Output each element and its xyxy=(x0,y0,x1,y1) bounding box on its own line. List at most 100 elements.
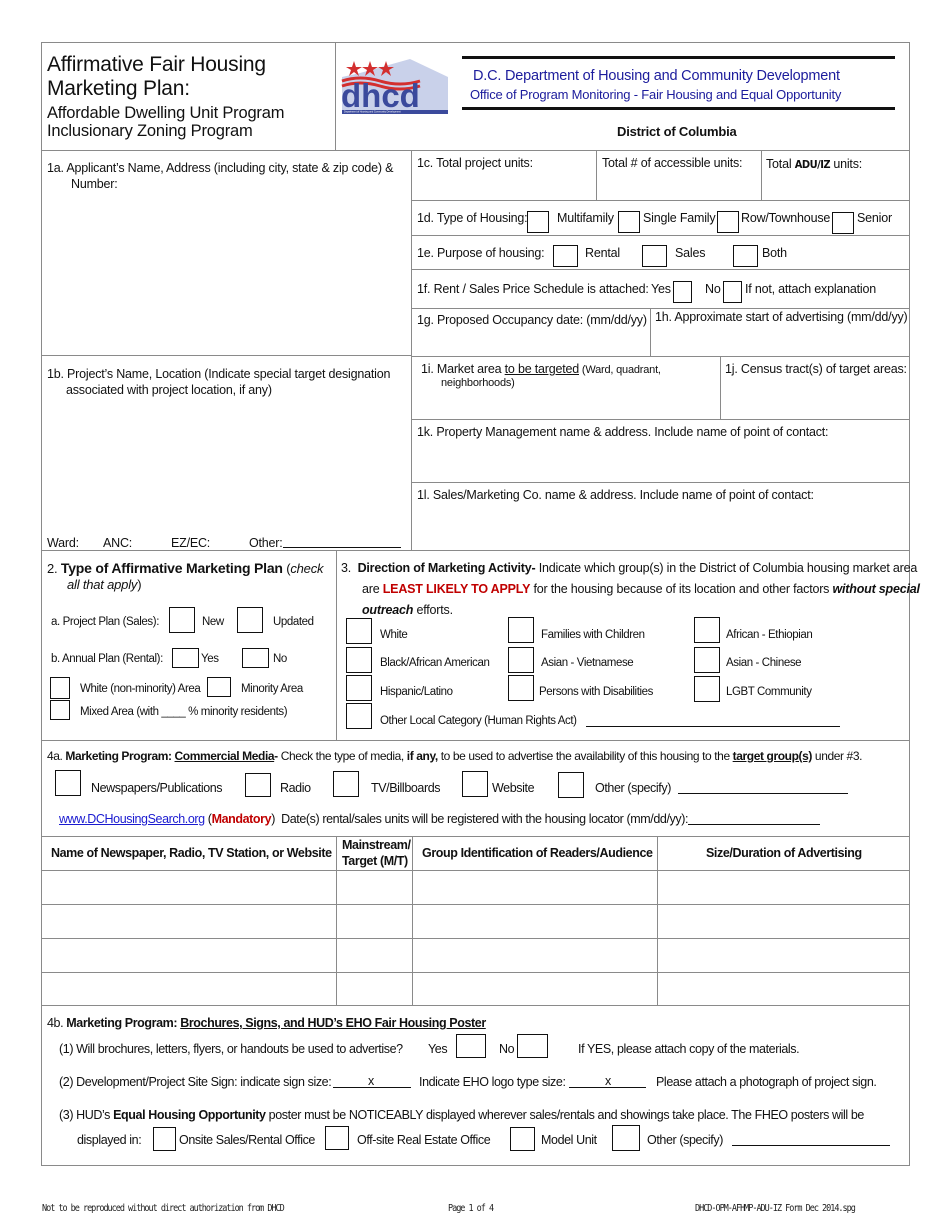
group-black-checkbox[interactable] xyxy=(346,647,372,673)
section4a-text1: Check the type of media, xyxy=(277,749,407,763)
offsite-office-checkbox[interactable] xyxy=(325,1126,349,1150)
white-area-checkbox[interactable] xyxy=(50,677,70,699)
website-checkbox[interactable] xyxy=(462,771,488,797)
other-designation-field[interactable] xyxy=(283,547,401,548)
media-table-cell[interactable] xyxy=(337,905,412,937)
group-vietnamese-checkbox[interactable] xyxy=(508,647,534,673)
locator-date-field[interactable] xyxy=(688,824,820,825)
price-schedule-yes-checkbox[interactable] xyxy=(673,281,692,303)
mixed-area-label: Mixed Area (with ____ % minority residen… xyxy=(80,706,288,718)
media-table-cell[interactable] xyxy=(413,973,657,1005)
other-media-field[interactable] xyxy=(678,793,848,794)
group-disabilities-checkbox[interactable] xyxy=(508,675,534,701)
divider xyxy=(41,836,910,837)
group-lgbt-checkbox[interactable] xyxy=(694,676,720,702)
section2-note-close: ) xyxy=(137,577,142,592)
group-families-checkbox[interactable] xyxy=(508,617,534,643)
group-ethiopian-checkbox[interactable] xyxy=(694,617,720,643)
price-schedule-no-checkbox[interactable] xyxy=(723,281,742,303)
rental-checkbox[interactable] xyxy=(553,245,578,267)
section4a-text3: under #3. xyxy=(812,749,863,763)
divider xyxy=(41,550,910,551)
media-table-cell[interactable] xyxy=(42,939,336,971)
divider xyxy=(411,269,910,270)
onsite-office-checkbox[interactable] xyxy=(153,1127,176,1151)
section3-heading: 3. Direction of Marketing Activity- Indi… xyxy=(341,561,917,575)
eho-poster-bold: Equal Housing Opportunity xyxy=(113,1108,266,1122)
other-media-checkbox[interactable] xyxy=(558,772,584,798)
group-white-label: White xyxy=(380,629,408,641)
project-plan-label: a. Project Plan (Sales): xyxy=(51,616,160,628)
logo-graphic: dhcd Department of Housing and Community… xyxy=(341,59,448,114)
media-table-cell[interactable] xyxy=(337,973,412,1005)
dc-housing-search-link[interactable]: www.DCHousingSearch.org xyxy=(59,812,205,826)
media-table-cell[interactable] xyxy=(413,939,657,971)
q1i-label-cont: neighborhoods) xyxy=(441,377,515,389)
minority-area-checkbox[interactable] xyxy=(207,677,231,697)
single-family-checkbox[interactable] xyxy=(618,211,640,233)
brochures-yes-checkbox[interactable] xyxy=(456,1034,486,1058)
other-label: Other: xyxy=(249,536,283,550)
radio-checkbox[interactable] xyxy=(245,773,271,797)
project-plan-new-checkbox[interactable] xyxy=(169,607,195,633)
other-location-checkbox[interactable] xyxy=(612,1125,640,1151)
project-plan-updated-checkbox[interactable] xyxy=(237,607,263,633)
q1k-label: 1k. Property Management name & address. … xyxy=(417,425,829,439)
sales-checkbox[interactable] xyxy=(642,245,667,267)
offsite-office-label: Off-site Real Estate Office xyxy=(357,1133,491,1147)
section3-line3-bold-italic: outreach xyxy=(362,603,414,617)
annual-plan-yes-checkbox[interactable] xyxy=(172,648,199,668)
other-media-label: Other (specify) xyxy=(595,781,671,795)
multifamily-checkbox[interactable] xyxy=(527,211,549,233)
brochures-yes-label: Yes xyxy=(428,1042,448,1056)
mixed-area-checkbox[interactable] xyxy=(50,700,70,720)
media-table-cell[interactable] xyxy=(658,939,909,971)
model-unit-checkbox[interactable] xyxy=(510,1127,535,1151)
media-table-cell[interactable] xyxy=(42,871,336,903)
media-table-cell[interactable] xyxy=(413,905,657,937)
group-chinese-checkbox[interactable] xyxy=(694,647,720,673)
single-family-label: Single Family xyxy=(643,211,716,225)
group-other-field[interactable] xyxy=(586,726,840,727)
project-plan-new-label: New xyxy=(202,616,224,628)
q1h-label: 1h. Approximate start of advertising (mm… xyxy=(655,310,908,324)
media-table-cell[interactable] xyxy=(42,973,336,1005)
media-table-cell[interactable] xyxy=(337,871,412,903)
media-table-cell[interactable] xyxy=(413,871,657,903)
media-table-cell[interactable] xyxy=(337,939,412,971)
adu-prefix: Total xyxy=(766,157,795,171)
row-townhouse-checkbox[interactable] xyxy=(717,211,739,233)
both-checkbox[interactable] xyxy=(733,245,758,267)
q1b-project-field[interactable] xyxy=(45,402,407,527)
ezec-label: EZ/EC: xyxy=(171,536,211,550)
newspapers-checkbox[interactable] xyxy=(55,770,81,796)
agency-name: D.C. Department of Housing and Community… xyxy=(473,68,840,84)
section3-line3: outreach efforts. xyxy=(362,603,453,617)
divider xyxy=(336,550,337,740)
media-table-cell[interactable] xyxy=(658,905,909,937)
senior-checkbox[interactable] xyxy=(832,212,854,234)
brochures-no-checkbox[interactable] xyxy=(517,1034,548,1058)
divider xyxy=(761,150,762,200)
group-hispanic-checkbox[interactable] xyxy=(346,675,372,701)
model-unit-label: Model Unit xyxy=(541,1133,597,1147)
section4b-prefix: 4b. xyxy=(47,1016,67,1030)
other-location-field[interactable] xyxy=(732,1145,890,1146)
media-table-cell[interactable] xyxy=(42,905,336,937)
group-white-checkbox[interactable] xyxy=(346,618,372,644)
tv-billboards-checkbox[interactable] xyxy=(333,771,359,797)
section4a-bold: Marketing Program: xyxy=(65,749,175,763)
housing-search-line: www.DCHousingSearch.org (Mandatory) Date… xyxy=(59,812,689,826)
media-table-cell[interactable] xyxy=(658,871,909,903)
divider xyxy=(41,150,910,151)
divider xyxy=(41,740,910,741)
section3-line2-bold-italic: without special xyxy=(832,582,920,596)
q1a-applicant-field[interactable] xyxy=(45,195,407,345)
annual-plan-no-checkbox[interactable] xyxy=(242,648,269,668)
q1i-prefix: 1i. Market area xyxy=(421,362,505,376)
group-other-checkbox[interactable] xyxy=(346,703,372,729)
agency-office: Office of Program Monitoring - Fair Hous… xyxy=(470,87,842,102)
media-table-cell[interactable] xyxy=(658,973,909,1005)
col-header-group: Group Identification of Readers/Audience xyxy=(422,846,653,860)
section4b-title: Brochures, Signs, and HUD’s EHO Fair Hou… xyxy=(180,1016,486,1030)
